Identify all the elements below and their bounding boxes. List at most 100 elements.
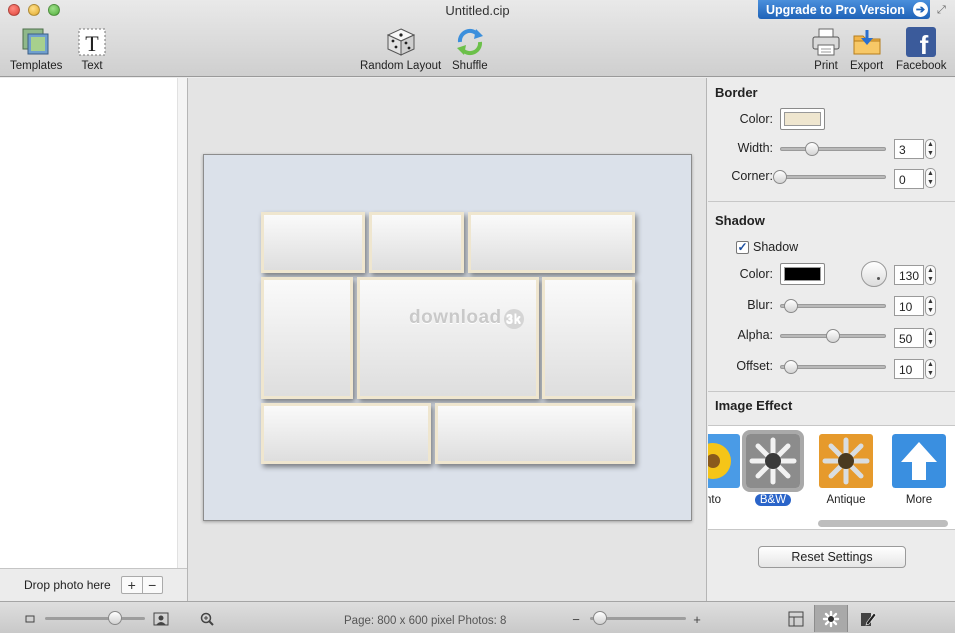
close-window-button[interactable] — [8, 4, 20, 16]
zoom-window-button[interactable] — [48, 4, 60, 16]
border-width-field[interactable]: 3 — [894, 139, 924, 159]
thumbnail-size-slider[interactable] — [45, 611, 145, 625]
border-color-swatch[interactable] — [780, 108, 825, 130]
shuffle-button[interactable]: Shuffle — [452, 26, 488, 72]
slider-knob[interactable] — [783, 360, 798, 374]
printer-icon — [810, 26, 842, 58]
zoom-icon[interactable] — [199, 611, 215, 627]
templates-button[interactable]: Templates — [10, 26, 62, 72]
effect-strip-scrollbar[interactable] — [818, 520, 948, 527]
collage-page[interactable]: download 3k — [203, 154, 692, 521]
fullscreen-icon[interactable]: ⤢ — [937, 4, 951, 18]
arrow-right-icon: ➔ — [912, 2, 928, 17]
add-photo-button[interactable]: + — [122, 577, 142, 593]
layout-view-button[interactable] — [779, 605, 813, 632]
minimize-window-button[interactable] — [28, 4, 40, 16]
photo-cell[interactable] — [261, 403, 431, 464]
photo-cell[interactable] — [261, 277, 353, 399]
effect-more[interactable]: More — [889, 434, 949, 506]
shadow-offset-label: Offset: — [736, 359, 773, 373]
settings-panel: Border Color: Width: 3 ▲ ▼ Corner: 0 ▲ ▼ S… — [708, 78, 955, 601]
image-effect-title: Image Effect — [715, 398, 793, 413]
zoom-out-icon[interactable]: − — [568, 611, 584, 627]
border-corner-field[interactable]: 0 — [894, 169, 924, 189]
slider-knob[interactable] — [773, 170, 787, 184]
page-status-text: Page: 800 x 600 pixel Photos: 8 — [344, 615, 507, 627]
shadow-alpha-slider[interactable] — [780, 329, 886, 343]
facebook-button[interactable]: f Facebook — [896, 26, 947, 72]
shadow-section-title: Shadow — [715, 213, 765, 228]
export-label: Export — [850, 60, 884, 72]
photo-cell[interactable] — [357, 277, 539, 399]
zoom-slider[interactable] — [590, 611, 686, 625]
photo-cell[interactable] — [542, 277, 635, 399]
drop-photo-bar: Drop photo here + − — [0, 568, 187, 601]
canvas-area: download 3k — [188, 78, 707, 601]
slider-knob[interactable] — [108, 611, 122, 625]
shadow-offset-slider[interactable] — [780, 360, 886, 374]
shadow-blur-slider[interactable] — [780, 299, 886, 313]
shadow-blur-stepper[interactable]: ▲ ▼ — [925, 296, 936, 316]
photo-sidebar[interactable]: Drop photo here + − — [0, 78, 188, 601]
flower-settings-icon — [822, 610, 840, 627]
effect-bw[interactable]: B&W — [742, 430, 804, 506]
text-tool-icon: T — [76, 26, 108, 58]
effect-bw-label: B&W — [754, 494, 792, 506]
photo-cell[interactable] — [468, 212, 635, 273]
photo-cell[interactable] — [369, 212, 464, 273]
slider-knob[interactable] — [826, 329, 840, 343]
shadow-offset-field[interactable]: 10 — [894, 359, 924, 379]
remove-photo-button[interactable]: − — [141, 577, 162, 593]
border-corner-slider[interactable] — [773, 170, 886, 184]
status-bar: Page: 800 x 600 pixel Photos: 8 − + — [0, 601, 955, 633]
add-remove-buttons: + − — [120, 576, 163, 594]
window-controls — [8, 4, 60, 16]
shadow-checkbox[interactable]: ✓ — [736, 240, 749, 254]
text-button[interactable]: T Text — [76, 26, 108, 72]
watermark-text: download — [409, 307, 502, 328]
slider-knob[interactable] — [592, 611, 607, 625]
image-effect-strip[interactable]: nto B&W — [708, 425, 955, 530]
zoom-in-icon[interactable]: + — [689, 611, 705, 627]
flower-antique-icon — [819, 434, 873, 488]
small-thumb-icon[interactable] — [22, 611, 38, 627]
edit-view-button[interactable] — [851, 605, 885, 632]
flower-auto-icon — [708, 434, 740, 488]
slider-knob[interactable] — [804, 142, 819, 156]
shadow-angle-stepper[interactable]: ▲ ▼ — [925, 265, 936, 285]
slider-track — [780, 147, 886, 151]
effect-auto[interactable]: nto — [708, 434, 743, 506]
shadow-color-swatch[interactable] — [780, 263, 825, 285]
shadow-checkbox-label: Shadow — [753, 240, 799, 254]
random-layout-button[interactable]: Random Layout — [360, 26, 441, 72]
shadow-alpha-field[interactable]: 50 — [894, 328, 924, 348]
shadow-angle-field[interactable]: 130 — [894, 265, 924, 285]
shadow-alpha-stepper[interactable]: ▲ ▼ — [925, 328, 936, 348]
layout-grid-icon — [788, 611, 804, 626]
border-width-slider[interactable] — [780, 142, 886, 156]
svg-text:f: f — [920, 30, 929, 58]
shadow-blur-field[interactable]: 10 — [894, 296, 924, 316]
export-folder-icon — [851, 26, 883, 58]
sidebar-scrollbar[interactable] — [177, 78, 187, 568]
shadow-checkbox-row[interactable]: ✓ Shadow — [736, 240, 798, 254]
print-button[interactable]: Print — [810, 26, 842, 72]
shadow-angle-dial[interactable] — [861, 261, 887, 287]
upgrade-label: Upgrade to Pro Version — [766, 2, 905, 17]
border-width-stepper[interactable]: ▲ ▼ — [925, 139, 936, 159]
large-thumb-icon[interactable] — [153, 611, 169, 627]
svg-text:T: T — [85, 31, 99, 56]
shadow-offset-stepper[interactable]: ▲ ▼ — [925, 359, 936, 379]
border-corner-stepper[interactable]: ▲ ▼ — [925, 168, 936, 188]
export-button[interactable]: Export — [850, 26, 883, 72]
upgrade-button[interactable]: Upgrade to Pro Version ➔ — [758, 0, 930, 19]
effects-view-button[interactable] — [814, 605, 848, 632]
slider-knob[interactable] — [783, 299, 798, 313]
effect-auto-label: nto — [708, 494, 721, 506]
shadow-color-label: Color: — [739, 267, 773, 281]
photo-cell[interactable] — [261, 212, 365, 273]
reset-settings-button[interactable]: Reset Settings — [758, 546, 906, 568]
photo-cell[interactable] — [435, 403, 635, 464]
templates-icon — [20, 26, 52, 58]
effect-antique[interactable]: Antique — [816, 434, 876, 506]
